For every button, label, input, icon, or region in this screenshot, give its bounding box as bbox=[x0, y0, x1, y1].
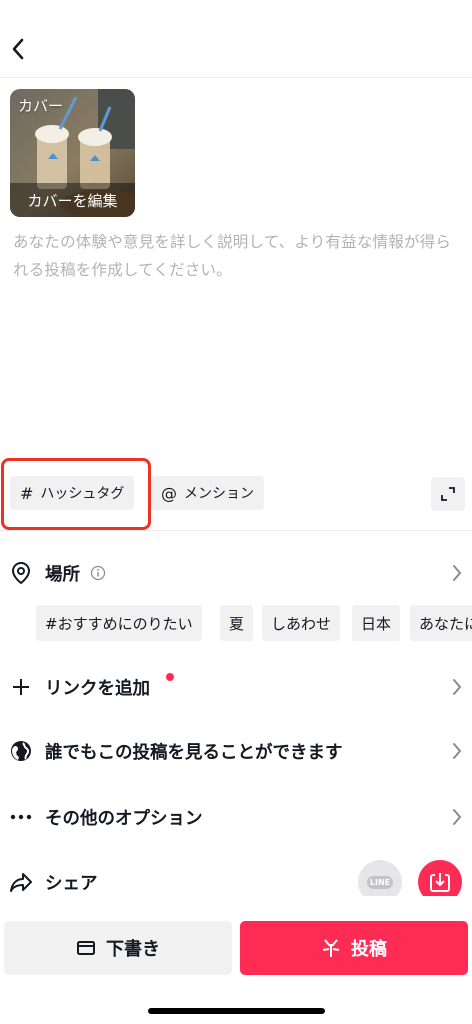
more-options-label: その他のオプション bbox=[45, 808, 203, 829]
hashtag-icon: # bbox=[20, 483, 34, 503]
back-button[interactable] bbox=[6, 34, 30, 64]
post-button[interactable]: 投稿 bbox=[240, 921, 468, 975]
home-indicator bbox=[148, 1008, 325, 1014]
draft-icon bbox=[76, 939, 96, 957]
at-icon: @ bbox=[161, 483, 177, 503]
mention-button[interactable]: @ メンション bbox=[151, 476, 264, 510]
expand-button[interactable] bbox=[431, 477, 465, 511]
location-pin-icon bbox=[9, 561, 33, 585]
location-label: 場所 bbox=[45, 564, 80, 585]
add-link-row[interactable]: リンクを追加 bbox=[0, 667, 472, 707]
draft-button[interactable]: 下書き bbox=[4, 921, 232, 975]
chevron-right-icon bbox=[450, 807, 464, 827]
cover-thumbnail[interactable]: カバー カバーを編集 bbox=[10, 89, 135, 217]
post-icon bbox=[321, 938, 341, 958]
description-input[interactable] bbox=[13, 228, 463, 418]
location-suggestion[interactable]: あなたに bbox=[410, 605, 472, 641]
post-label: 投稿 bbox=[351, 939, 387, 960]
location-suggestion[interactable]: 日本 bbox=[352, 605, 401, 641]
chevron-right-icon bbox=[450, 563, 464, 583]
hashtag-button[interactable]: # ハッシュタグ bbox=[10, 476, 135, 510]
expand-icon bbox=[441, 487, 455, 501]
download-icon bbox=[430, 873, 450, 892]
hashtag-label: ハッシュタグ bbox=[40, 486, 125, 502]
info-icon[interactable] bbox=[90, 565, 106, 585]
plus-icon bbox=[9, 675, 33, 699]
edit-cover-button[interactable]: カバーを編集 bbox=[10, 183, 135, 217]
top-bar bbox=[0, 0, 472, 78]
location-row[interactable]: 場所 bbox=[0, 553, 472, 593]
chevron-right-icon bbox=[450, 741, 464, 761]
location-suggestion[interactable]: しあわせ bbox=[262, 605, 341, 641]
more-icon bbox=[9, 805, 33, 829]
mention-label: メンション bbox=[184, 486, 254, 502]
more-options-row[interactable]: その他のオプション bbox=[0, 797, 472, 837]
share-label: シェア bbox=[45, 873, 98, 894]
visibility-label: 誰でもこの投稿を見ることができます bbox=[45, 742, 343, 763]
add-link-label: リンクを追加 bbox=[45, 678, 150, 699]
notification-dot bbox=[166, 673, 174, 681]
chevron-right-icon bbox=[450, 677, 464, 697]
share-icon bbox=[9, 870, 33, 894]
draft-label: 下書き bbox=[106, 939, 160, 960]
cover-label: カバー bbox=[18, 97, 64, 115]
divider bbox=[0, 530, 472, 531]
chevron-left-icon bbox=[12, 38, 24, 60]
globe-icon bbox=[9, 739, 33, 763]
location-suggestion[interactable]: 夏 bbox=[220, 605, 254, 641]
visibility-row[interactable]: 誰でもこの投稿を見ることができます bbox=[0, 731, 472, 771]
line-icon: LINE bbox=[366, 875, 394, 889]
location-suggestion[interactable]: #おすすめにのりたい bbox=[36, 605, 202, 641]
